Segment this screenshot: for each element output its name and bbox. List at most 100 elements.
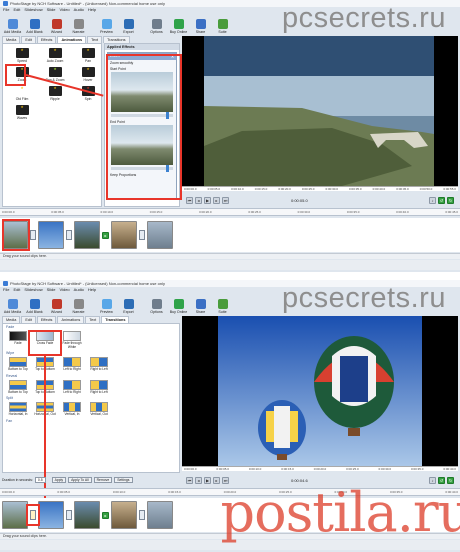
timeline-clip[interactable]: [74, 501, 100, 529]
transition-thumb: [63, 402, 81, 413]
effect-speed[interactable]: ★ Speed: [7, 48, 37, 63]
transition-wipe-bottom-to-top[interactable]: Bottom to Top: [6, 357, 30, 372]
transition-split-vertical-out[interactable]: Vertical, Out: [87, 402, 111, 417]
rotate-left-icon[interactable]: ↺: [438, 197, 445, 204]
tab-edit[interactable]: Edit: [21, 36, 36, 43]
add-media-button[interactable]: Add Media: [2, 299, 23, 314]
add-blank-button[interactable]: Add Blank: [24, 19, 45, 34]
transition-thumb: [90, 402, 108, 413]
highlight-transition-slot: [26, 504, 40, 526]
star-icon: ★: [81, 67, 95, 77]
export-button[interactable]: Export: [118, 299, 139, 314]
effect-auto-zoom[interactable]: ★ Auto Zoom: [40, 48, 70, 63]
tab-effects[interactable]: Effects: [36, 316, 57, 323]
buy-online-button[interactable]: Buy Online: [168, 19, 189, 34]
tab-animations[interactable]: Animations: [57, 36, 87, 43]
preview-button[interactable]: Preview: [96, 19, 117, 34]
timeline-clip[interactable]: [74, 221, 100, 249]
rotate-right-icon[interactable]: ↻: [447, 197, 454, 204]
transition-slot[interactable]: [139, 510, 145, 520]
timeline-clip[interactable]: [111, 221, 137, 249]
add-media-icon: [7, 19, 18, 29]
timeline-clip[interactable]: [38, 501, 64, 529]
transition-slot[interactable]: [66, 230, 72, 240]
duration-input[interactable]: 0.5: [34, 477, 46, 483]
transition-slot[interactable]: [66, 510, 72, 520]
transition-slot[interactable]: [30, 230, 36, 240]
timeline-clip[interactable]: [38, 221, 64, 249]
effect-hover[interactable]: ★ Hover: [73, 67, 103, 82]
timeline-clip[interactable]: [147, 501, 173, 529]
wizard-button[interactable]: Wizard: [46, 19, 67, 34]
export-button[interactable]: Export: [118, 19, 139, 34]
tab-text[interactable]: Text: [87, 36, 103, 43]
tab-media[interactable]: Media: [2, 36, 21, 43]
narrate-button[interactable]: Narrate: [68, 299, 89, 314]
apply-to-all-button[interactable]: Apply To All: [68, 477, 92, 483]
gear-icon: [151, 19, 162, 29]
export-icon: [123, 299, 134, 309]
transition-split-horizontal-in[interactable]: Horizontal, In: [6, 402, 30, 417]
preview-button[interactable]: Preview: [96, 299, 117, 314]
timeline-clip[interactable]: [2, 501, 28, 529]
play-icon[interactable]: ▶: [204, 197, 211, 204]
volume-icon[interactable]: ♪: [429, 197, 436, 204]
add-blank-button[interactable]: Add Blank: [24, 299, 45, 314]
go-end-icon[interactable]: ⏭: [222, 197, 229, 204]
wizard-icon: [51, 299, 62, 309]
tab-transitions[interactable]: Transitions: [103, 36, 130, 43]
transition-split-vertical-in[interactable]: Vertical, In: [60, 402, 84, 417]
highlight-cross-fade: [28, 330, 62, 356]
step-back-icon[interactable]: ◂: [195, 477, 202, 484]
effect-ripple[interactable]: ★ Ripple: [40, 86, 70, 101]
add-transition-icon[interactable]: ▸: [102, 511, 109, 519]
play-icon[interactable]: ▶: [204, 477, 211, 484]
add-blank-icon: [29, 299, 40, 309]
narrate-button[interactable]: Narrate: [68, 19, 89, 34]
effect-old-film[interactable]: ★ Old Film: [7, 86, 37, 101]
app-icon: [3, 281, 8, 286]
remove-button[interactable]: Remove: [93, 477, 113, 483]
suite-button[interactable]: Suite: [212, 19, 233, 34]
timeline-clip[interactable]: [147, 221, 173, 249]
window-title: PhotoStage by NCH Software - Untitled* -…: [10, 281, 165, 286]
transition-fade-through-white[interactable]: Fade through White: [60, 331, 84, 349]
go-start-icon[interactable]: ⏮: [186, 477, 193, 484]
audio-track[interactable]: Drag your sound clips here.: [0, 253, 460, 259]
transition-reveal-bottom-to-top[interactable]: Bottom to Top: [6, 379, 30, 395]
step-back-icon[interactable]: ◂: [195, 197, 202, 204]
buy-online-button[interactable]: Buy Online: [168, 299, 189, 314]
watermark-text: pcsecrets.ru: [282, 2, 446, 34]
tab-animations[interactable]: Animations: [57, 316, 85, 323]
transition-wipe-left-to-right[interactable]: Left to Right: [60, 357, 84, 372]
transition-fade[interactable]: Fade: [6, 331, 30, 349]
share-button[interactable]: Share: [190, 19, 211, 34]
settings-button[interactable]: Settings: [114, 477, 133, 483]
tab-transitions[interactable]: Transitions: [101, 316, 130, 323]
transition-slot[interactable]: [139, 230, 145, 240]
transition-wipe-right-to-left[interactable]: Right to Left: [87, 357, 111, 372]
step-forward-icon[interactable]: ▸: [213, 197, 220, 204]
tab-text[interactable]: Text: [85, 316, 101, 323]
options-button[interactable]: Options: [146, 19, 167, 34]
timeline-clip[interactable]: [111, 501, 137, 529]
transition-reveal-left-to-right[interactable]: Left to Right: [60, 379, 84, 395]
tab-media[interactable]: Media: [2, 316, 21, 323]
gear-icon: [151, 299, 162, 309]
main-toolbar: Add Media Add Blank Wizard Narrate Previ…: [0, 293, 300, 314]
wizard-button[interactable]: Wizard: [46, 299, 67, 314]
suite-button[interactable]: Suite: [212, 299, 233, 314]
add-media-button[interactable]: Add Media: [2, 19, 23, 34]
transition-reveal-right-to-left[interactable]: Right to Left: [87, 379, 111, 395]
add-transition-icon[interactable]: ▸: [102, 231, 109, 239]
effect-pan[interactable]: ★ Pan: [73, 48, 103, 63]
effect-waves[interactable]: ★ Waves: [7, 105, 37, 120]
share-button[interactable]: Share: [190, 299, 211, 314]
applied-effects-title: Applied Effects: [105, 44, 179, 50]
options-button[interactable]: Options: [146, 299, 167, 314]
tab-effects[interactable]: Effects: [36, 36, 57, 43]
apply-button[interactable]: Apply: [51, 477, 67, 483]
tab-edit[interactable]: Edit: [21, 316, 36, 323]
step-forward-icon[interactable]: ▸: [213, 477, 220, 484]
go-start-icon[interactable]: ⏮: [186, 197, 193, 204]
